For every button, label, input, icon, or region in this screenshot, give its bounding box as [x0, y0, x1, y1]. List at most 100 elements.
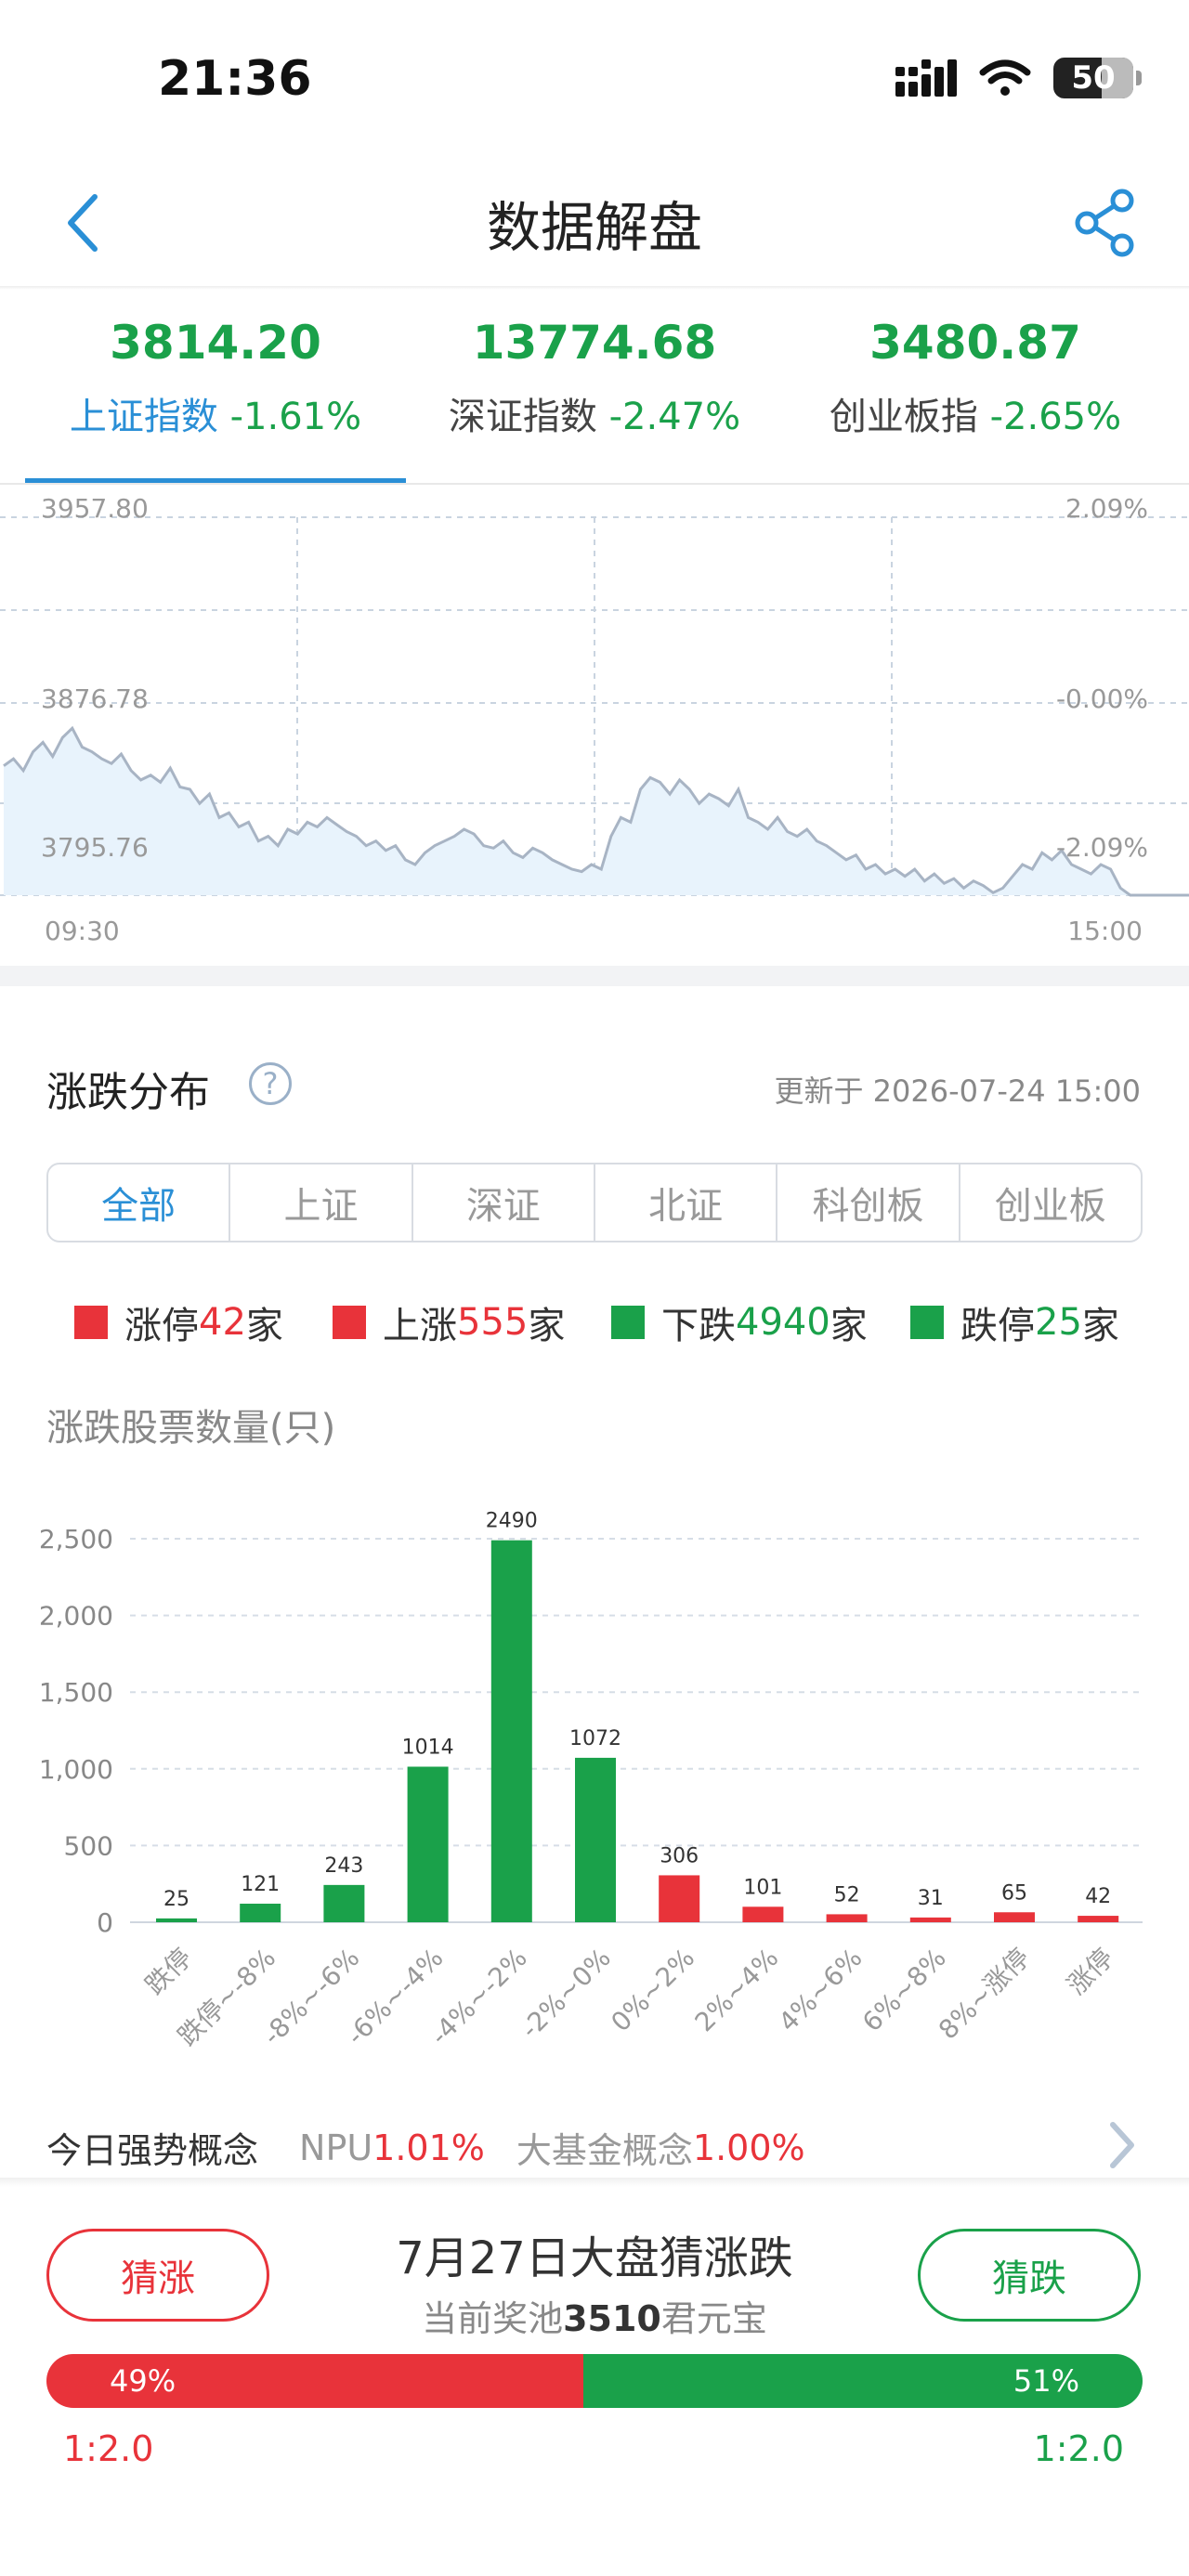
vote-up-percent: 49% [110, 2363, 176, 2399]
legend-limit-up: 涨停 42 家 [74, 1295, 283, 1349]
index-value: 13774.68 [472, 316, 717, 370]
tab-index-sh[interactable]: 3814.20 上证指数 -1.61% [20, 316, 411, 440]
bar [659, 1875, 700, 1922]
pool-prefix: 当前奖池 [422, 2298, 564, 2339]
tab-star-market[interactable]: 科创板 [777, 1164, 960, 1241]
bar-value-label: 42 [1085, 1885, 1111, 1908]
help-icon[interactable]: ? [249, 1062, 292, 1105]
y-tick-label: 2,500 [39, 1524, 113, 1555]
x-tick-label: 8%~涨停 [933, 1943, 1036, 2046]
market-segment-tabs: 全部 上证 深证 北证 科创板 创业板 [46, 1163, 1143, 1242]
down-odds: 1:2.0 [1033, 2428, 1124, 2469]
concepts-label: 今日强势概念 [46, 2130, 259, 2171]
intraday-chart: 3957.80 3876.78 3795.76 2.09% -0.00% -2.09% 09… [0, 493, 1189, 946]
legend-count: 555 [457, 1301, 529, 1344]
bar [156, 1918, 197, 1922]
guess-up-button[interactable]: 猜涨 [46, 2229, 269, 2322]
bar [909, 1917, 951, 1922]
legend-unit: 家 [528, 1305, 566, 1347]
x-tick-label: 跌停 [139, 1943, 198, 2001]
legend-swatch [74, 1306, 108, 1339]
y-left-label: 3876.78 [41, 683, 149, 714]
x-tick-label: 涨停 [1061, 1943, 1119, 2001]
updated-time: 更新于 2026-07-24 15:00 [774, 1073, 1141, 1109]
y-tick-label: 500 [64, 1830, 113, 1861]
concept-change: 1.01% [372, 2127, 485, 2168]
wifi-icon [979, 59, 1031, 96]
index-name: 深证指数 [448, 396, 597, 438]
x-tick-label: 0%~2% [605, 1943, 700, 2038]
bar-value-label: 1014 [402, 1736, 454, 1759]
guess-title: 7月27日大盘猜涨跌 [396, 2232, 793, 2284]
vote-ratio-bar: 49% 51% [46, 2354, 1143, 2408]
legend-count: 42 [199, 1301, 246, 1344]
legend-label: 跌停 [960, 1305, 1035, 1347]
legend-unit: 家 [1081, 1305, 1119, 1347]
distribution-title: 涨跌分布 [46, 1069, 210, 1116]
cellular-signal-icon [895, 59, 957, 97]
bar [490, 1540, 532, 1922]
index-name: 创业板指 [829, 396, 978, 438]
chart-y-label: 涨跌股票数量(只) [46, 1407, 336, 1450]
vote-down-percent: 51% [1013, 2363, 1079, 2399]
bar [240, 1904, 281, 1922]
tab-index-sz[interactable]: 13774.68 深证指数 -2.47% [399, 316, 790, 440]
bar [826, 1914, 868, 1922]
legend-swatch [333, 1306, 366, 1339]
legend-up: 上涨 555 家 [333, 1295, 565, 1349]
battery-icon: 50 [1053, 58, 1142, 98]
bar-value-label: 25 [163, 1888, 189, 1911]
index-value: 3814.20 [110, 316, 321, 370]
index-change: -2.47% [608, 396, 741, 438]
bar-value-label: 243 [324, 1854, 363, 1878]
bar [407, 1766, 449, 1922]
y-tick-label: 1,500 [39, 1677, 113, 1708]
nav-divider [0, 286, 1189, 290]
index-change: -2.65% [989, 396, 1122, 438]
y-right-label: -2.09% [1056, 832, 1148, 863]
tab-index-cyb[interactable]: 3480.87 创业板指 -2.65% [780, 316, 1170, 440]
prize-pool: 当前奖池3510君元宝 [316, 2290, 873, 2341]
legend-unit: 家 [245, 1305, 283, 1347]
bar-value-label: 306 [660, 1844, 699, 1867]
up-odds: 1:2.0 [63, 2428, 154, 2469]
legend-swatch [611, 1306, 645, 1339]
bar-value-label: 121 [241, 1873, 280, 1896]
x-tick-label: 4%~6% [773, 1943, 869, 2038]
share-icon[interactable] [1068, 186, 1143, 260]
bar-value-label: 52 [834, 1883, 860, 1906]
pool-suffix: 君元宝 [660, 2298, 767, 2339]
tab-beijing[interactable]: 北证 [595, 1164, 778, 1241]
guess-down-button[interactable]: 猜跌 [918, 2229, 1141, 2322]
legend-label: 下跌 [661, 1305, 736, 1347]
index-change: -1.61% [229, 396, 362, 438]
bar [323, 1884, 365, 1922]
tab-shanghai[interactable]: 上证 [230, 1164, 413, 1241]
y-tick-label: 1,000 [39, 1754, 113, 1785]
legend-unit: 家 [830, 1305, 868, 1347]
x-tick-label: 2%~4% [689, 1943, 785, 2038]
status-icons: 50 [895, 58, 1142, 98]
bar-value-label: 2490 [486, 1510, 538, 1533]
index-name: 上证指数 [69, 396, 218, 438]
legend-count: 25 [1035, 1301, 1082, 1344]
concept-change: 1.00% [692, 2127, 805, 2168]
bar-value-label: 65 [1001, 1881, 1027, 1905]
status-time: 21:36 [158, 51, 312, 107]
y-left-label: 3795.76 [41, 832, 149, 863]
section-separator [0, 966, 1189, 986]
x-tick-label: -2%~0% [515, 1943, 617, 2045]
strong-concepts-row[interactable]: 今日强势概念 NPU 1.01% 大基金概念 1.00% [46, 2122, 805, 2173]
tab-all[interactable]: 全部 [48, 1164, 231, 1241]
page-title: 数据解盘 [486, 196, 702, 259]
pool-amount: 3510 [563, 2298, 661, 2339]
x-end-label: 15:00 [1067, 916, 1143, 946]
vote-down-portion: 51% [583, 2354, 1143, 2408]
chevron-right-icon[interactable] [1104, 2117, 1141, 2173]
legend-down: 下跌 4940 家 [611, 1295, 868, 1349]
concept-name: NPU [299, 2127, 373, 2168]
legend-count: 4940 [736, 1301, 830, 1344]
tab-chinext[interactable]: 创业板 [960, 1164, 1141, 1241]
tab-shenzhen[interactable]: 深证 [413, 1164, 595, 1241]
price-area [4, 728, 1189, 895]
